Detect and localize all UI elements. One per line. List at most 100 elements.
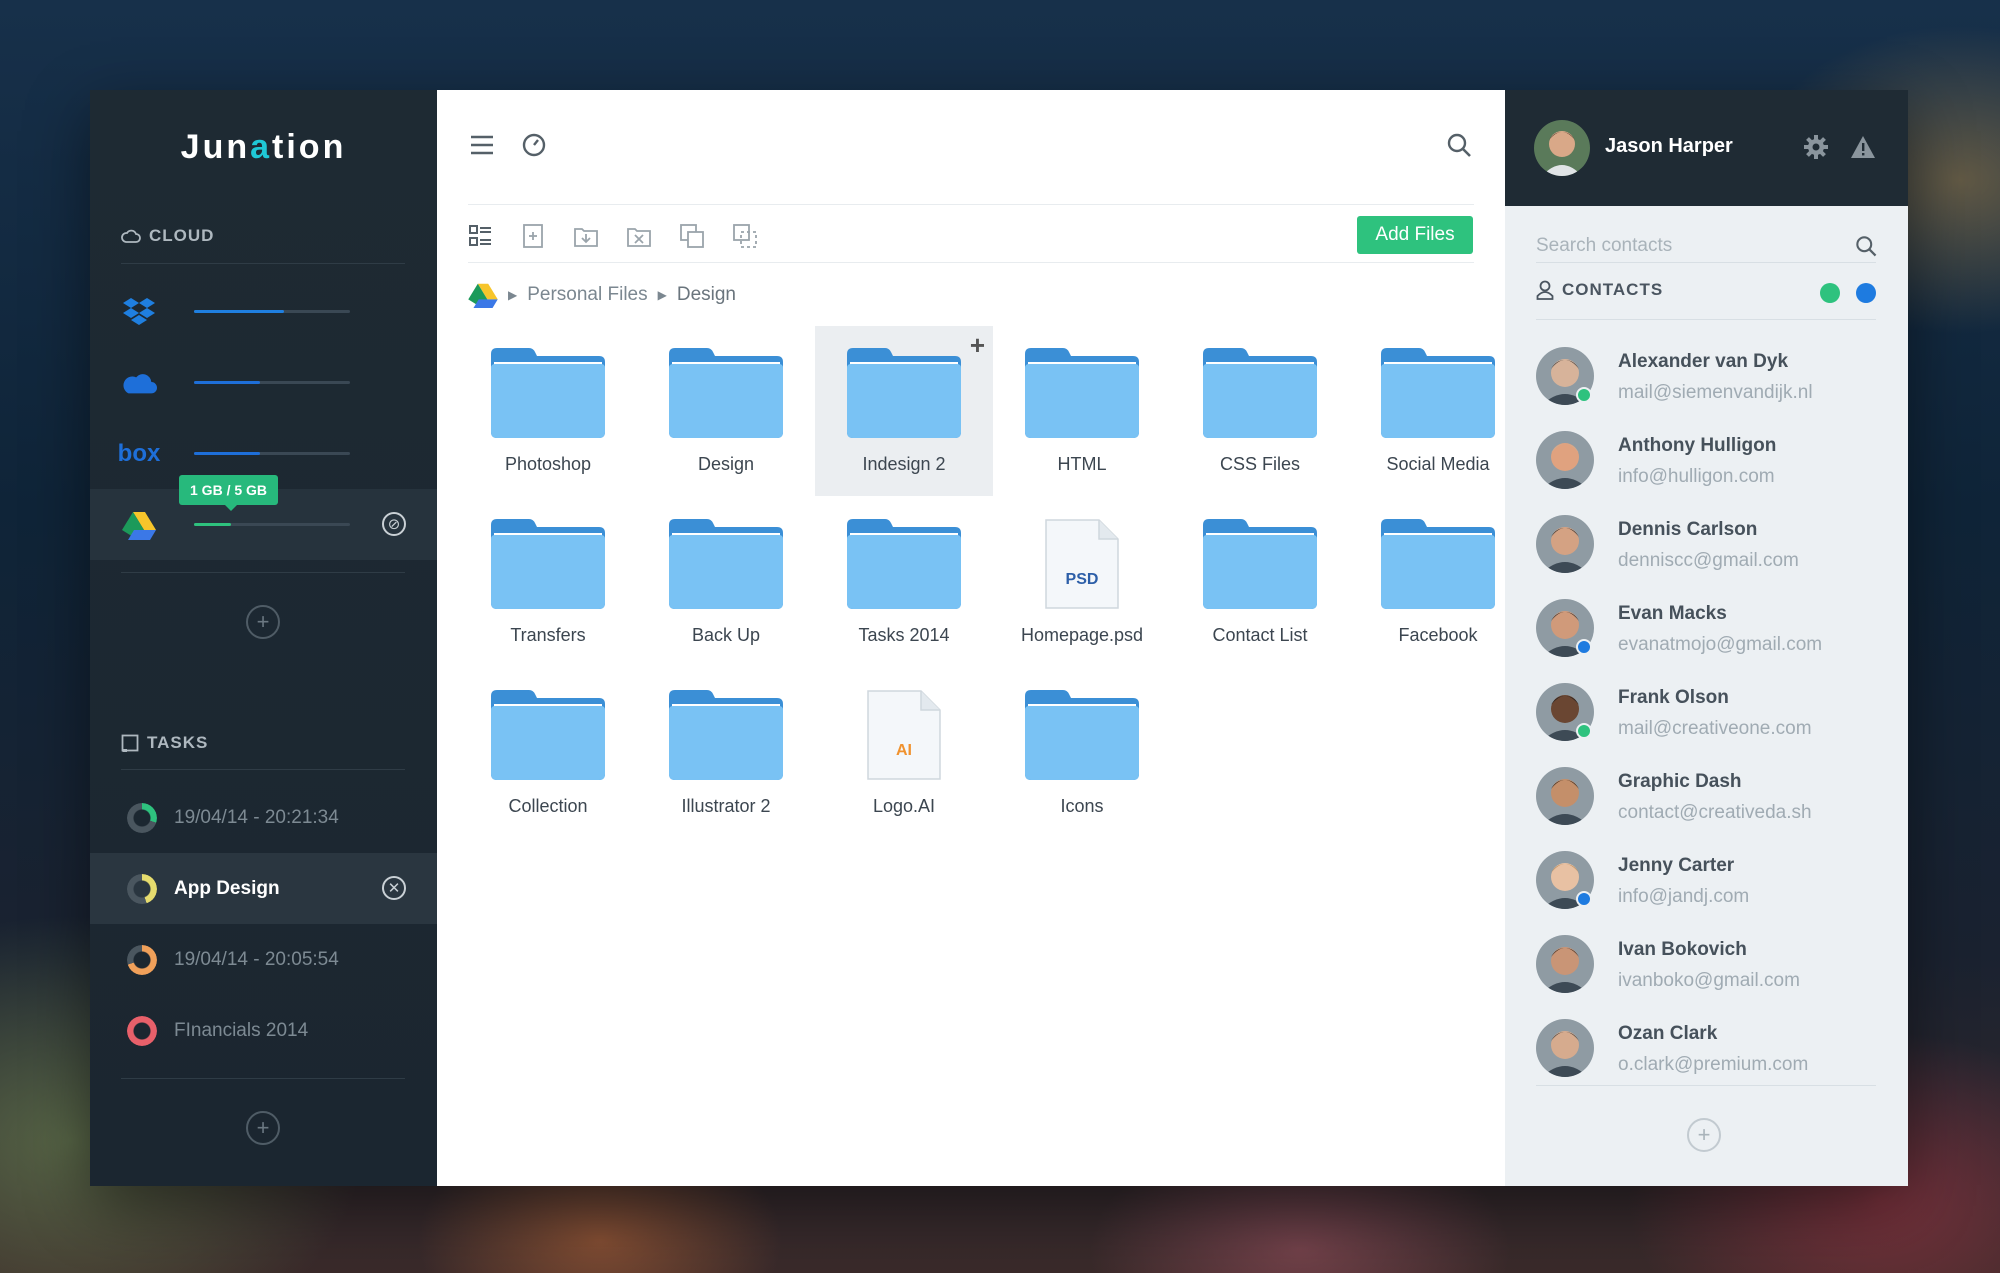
profile-name[interactable]: Jason Harper	[1605, 135, 1733, 158]
dropbox-icon	[121, 294, 157, 330]
menu-icon[interactable]	[468, 130, 498, 160]
folder-tile[interactable]: Icons	[993, 668, 1171, 838]
task-row[interactable]: App Design ✕	[90, 853, 437, 924]
busy-filter-dot[interactable]	[1856, 283, 1876, 303]
contact-email[interactable]: info@hulligon.com	[1618, 466, 1775, 488]
list-view-icon[interactable]	[468, 223, 494, 249]
breadcrumb-item[interactable]: Personal Files	[527, 284, 647, 306]
gear-icon[interactable]	[1803, 134, 1829, 160]
folder-tile[interactable]: HTML	[993, 326, 1171, 496]
tile-label: Transfers	[510, 625, 586, 645]
add-icon[interactable]: +	[970, 330, 985, 361]
contact-email[interactable]: contact@creativeda.sh	[1618, 802, 1812, 824]
contact-row[interactable]: Evan Macks evanatmojo@gmail.com	[1536, 599, 1876, 683]
folder-tile[interactable]: Tasks 2014	[815, 497, 993, 667]
folder-tile[interactable]: Contact List	[1171, 497, 1349, 667]
folder-tile[interactable]: Design	[637, 326, 815, 496]
contact-row[interactable]: Dennis Carlson denniscc@gmail.com	[1536, 515, 1876, 599]
divider	[121, 769, 405, 770]
avatar[interactable]	[1536, 431, 1594, 489]
folder-icon	[1203, 519, 1317, 609]
add-task-button[interactable]: +	[246, 1111, 280, 1145]
search-icon[interactable]	[1853, 233, 1879, 259]
search-icon[interactable]	[1444, 130, 1474, 160]
contact-row[interactable]: Ivan Bokovich ivanboko@gmail.com	[1536, 935, 1876, 1019]
contact-email[interactable]: o.clark@premium.com	[1618, 1054, 1808, 1076]
task-progress-ring	[127, 802, 157, 833]
file-tile[interactable]: AI Logo.AI	[815, 668, 993, 838]
task-progress-ring	[127, 1015, 157, 1046]
cloud-service-onedrive[interactable]	[90, 347, 437, 418]
add-cloud-button[interactable]: +	[246, 605, 280, 639]
folder-tile[interactable]: + Indesign 2	[815, 326, 993, 496]
folder-tile[interactable]: CSS Files	[1171, 326, 1349, 496]
add-files-button[interactable]: Add Files	[1357, 216, 1473, 254]
folder-tile[interactable]: Transfers	[459, 497, 637, 667]
divider	[121, 572, 405, 573]
folder-tile[interactable]: Social Media	[1349, 326, 1527, 496]
copy-icon[interactable]	[679, 223, 705, 249]
document-icon	[867, 690, 941, 780]
breadcrumb-current[interactable]: Design	[677, 284, 736, 306]
contact-name: Graphic Dash	[1618, 771, 1742, 792]
folder-tile[interactable]: Photoshop	[459, 326, 637, 496]
tile-label: Tasks 2014	[858, 625, 950, 645]
folder-icon	[669, 519, 783, 609]
alert-icon[interactable]	[1850, 134, 1876, 160]
delete-icon[interactable]	[626, 223, 652, 249]
task-row[interactable]: 19/04/14 - 20:21:34	[90, 782, 437, 853]
tile-label: Contact List	[1212, 625, 1308, 645]
disconnect-icon[interactable]: ⊘	[382, 512, 406, 536]
contacts-search-input[interactable]	[1536, 230, 1876, 262]
google-drive-icon[interactable]	[468, 282, 498, 308]
breadcrumb-separator: ▶	[657, 288, 667, 302]
tile-label: Photoshop	[504, 454, 592, 474]
divider	[1536, 319, 1876, 320]
close-icon[interactable]: ✕	[382, 876, 406, 900]
dashboard-icon[interactable]	[519, 130, 549, 160]
contact-row[interactable]: Frank Olson mail@creativeone.com	[1536, 683, 1876, 767]
avatar[interactable]	[1536, 515, 1594, 573]
contact-row[interactable]: Graphic Dash contact@creativeda.sh	[1536, 767, 1876, 851]
file-tile[interactable]: PSD Homepage.psd	[993, 497, 1171, 667]
contact-email[interactable]: mail@siemenvandijk.nl	[1618, 382, 1813, 404]
contact-row[interactable]: Anthony Hulligon info@hulligon.com	[1536, 431, 1876, 515]
folder-tile[interactable]: Illustrator 2	[637, 668, 815, 838]
contact-row[interactable]: Alexander van Dyk mail@siemenvandijk.nl	[1536, 347, 1876, 431]
folder-icon	[847, 348, 961, 438]
add-contact-button[interactable]: +	[1687, 1118, 1721, 1152]
contact-email[interactable]: ivanboko@gmail.com	[1618, 970, 1800, 992]
tile-label: Icons	[1060, 796, 1104, 816]
cloud-service-dropbox[interactable]	[90, 276, 437, 347]
online-filter-dot[interactable]	[1820, 283, 1840, 303]
contact-row[interactable]: Jenny Carter info@jandj.com	[1536, 851, 1876, 935]
contact-email[interactable]: evanatmojo@gmail.com	[1618, 634, 1822, 656]
avatar[interactable]	[1536, 935, 1594, 993]
avatar[interactable]	[1536, 767, 1594, 825]
folder-tile[interactable]: Collection	[459, 668, 637, 838]
download-icon[interactable]	[573, 223, 599, 249]
file-type-badge: AI	[896, 742, 912, 759]
divider	[1536, 1085, 1876, 1086]
tile-label: Social Media	[1386, 454, 1490, 474]
task-label: FInancials 2014	[174, 1019, 309, 1041]
divider	[121, 1078, 405, 1079]
tasks-heading: TASKS	[121, 733, 208, 753]
storage-bar-box	[194, 452, 350, 455]
avatar[interactable]	[1534, 120, 1590, 176]
contact-email[interactable]: denniscc@gmail.com	[1618, 550, 1799, 572]
folder-tile[interactable]: Facebook	[1349, 497, 1527, 667]
task-label: 19/04/14 - 20:05:54	[174, 948, 339, 970]
contact-email[interactable]: mail@creativeone.com	[1618, 718, 1812, 740]
contact-email[interactable]: info@jandj.com	[1618, 886, 1749, 908]
breadcrumb: ▶ Personal Files ▶ Design	[468, 282, 736, 308]
move-icon[interactable]	[732, 223, 758, 249]
folder-tile[interactable]: Back Up	[637, 497, 815, 667]
task-row[interactable]: 19/04/14 - 20:05:54	[90, 924, 437, 995]
brand-logo[interactable]: Junation	[90, 128, 437, 167]
contact-row[interactable]: Ozan Clark o.clark@premium.com	[1536, 1019, 1876, 1103]
new-file-icon[interactable]	[520, 223, 546, 249]
task-row[interactable]: FInancials 2014	[90, 995, 437, 1066]
avatar[interactable]	[1536, 1019, 1594, 1077]
task-progress-ring	[127, 873, 157, 904]
